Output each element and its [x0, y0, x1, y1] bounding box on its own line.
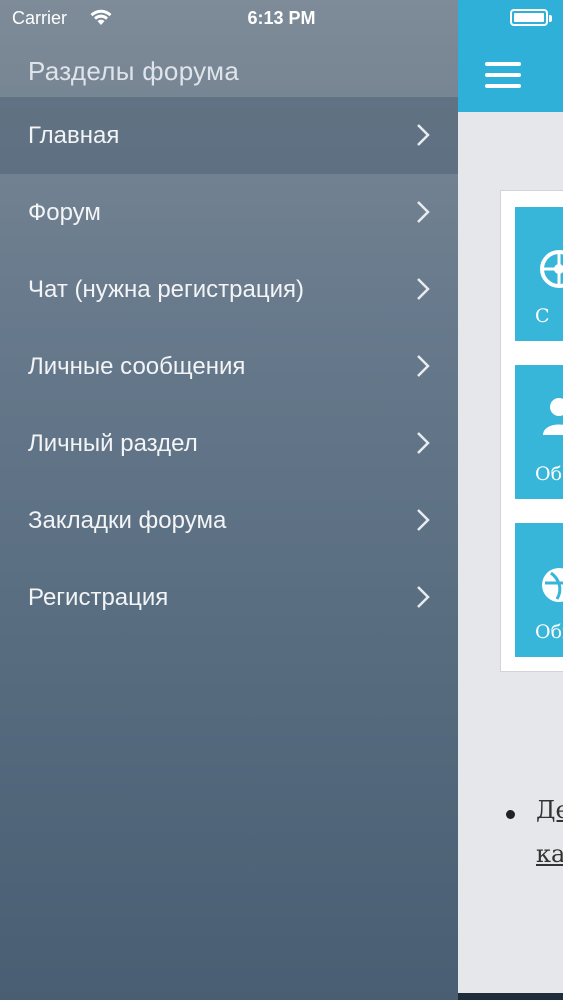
- sidebar-item-personal[interactable]: Личный раздел: [0, 405, 458, 482]
- app-header: [458, 0, 563, 112]
- tile-2[interactable]: Об: [515, 365, 563, 499]
- sidebar-item-forum[interactable]: Форум: [0, 174, 458, 251]
- chevron-right-icon: [417, 124, 430, 146]
- main-content: С Об Обн Де ка: [458, 0, 563, 1000]
- tiles-panel: С Об Обн: [500, 190, 563, 672]
- tile-3[interactable]: Обн: [515, 523, 563, 657]
- people-icon: [543, 398, 563, 435]
- list-link[interactable]: Де: [536, 796, 563, 824]
- sidebar-item-label: Чат (нужна регистрация): [28, 275, 304, 303]
- list-link-continued[interactable]: ка: [536, 840, 563, 868]
- sidebar-item-label: Форум: [28, 198, 101, 226]
- chevron-right-icon: [417, 201, 430, 223]
- tile-1[interactable]: С: [515, 207, 563, 341]
- sidebar-item-messages[interactable]: Личные сообщения: [0, 328, 458, 405]
- battery-icon: [510, 9, 552, 26]
- tile-label: С: [535, 305, 550, 327]
- sidebar-item-registration[interactable]: Регистрация: [0, 559, 458, 636]
- chevron-right-icon: [417, 355, 430, 377]
- sidebar-drawer: Carrier 6:13 PM Разделы форума Главная Ф…: [0, 0, 458, 1000]
- status-bar: Carrier 6:13 PM: [0, 0, 458, 36]
- menu-icon[interactable]: [485, 62, 521, 88]
- sidebar-menu: Главная Форум Чат (нужна регистрация) Ли…: [0, 97, 458, 636]
- chevron-right-icon: [417, 509, 430, 531]
- sidebar-item-chat[interactable]: Чат (нужна регистрация): [0, 251, 458, 328]
- tile-label: Об: [535, 463, 563, 485]
- chevron-right-icon: [417, 586, 430, 608]
- sidebar-item-label: Личные сообщения: [28, 352, 246, 380]
- chevron-right-icon: [417, 278, 430, 300]
- wheel-icon: [540, 250, 563, 288]
- bottom-edge: [458, 993, 563, 1000]
- sidebar-title: Разделы форума: [28, 56, 240, 86]
- chevron-right-icon: [417, 432, 430, 454]
- tile-label: Обн: [535, 621, 563, 643]
- sidebar-item-label: Регистрация: [28, 583, 169, 611]
- sidebar-item-label: Закладки форума: [28, 506, 227, 534]
- sidebar-item-label: Главная: [28, 121, 120, 149]
- sidebar-item-home[interactable]: Главная: [0, 97, 458, 174]
- list-bullet: [506, 810, 515, 819]
- globe-icon: [542, 568, 563, 602]
- sidebar-item-label: Личный раздел: [28, 429, 198, 457]
- sidebar-item-bookmarks[interactable]: Закладки форума: [0, 482, 458, 559]
